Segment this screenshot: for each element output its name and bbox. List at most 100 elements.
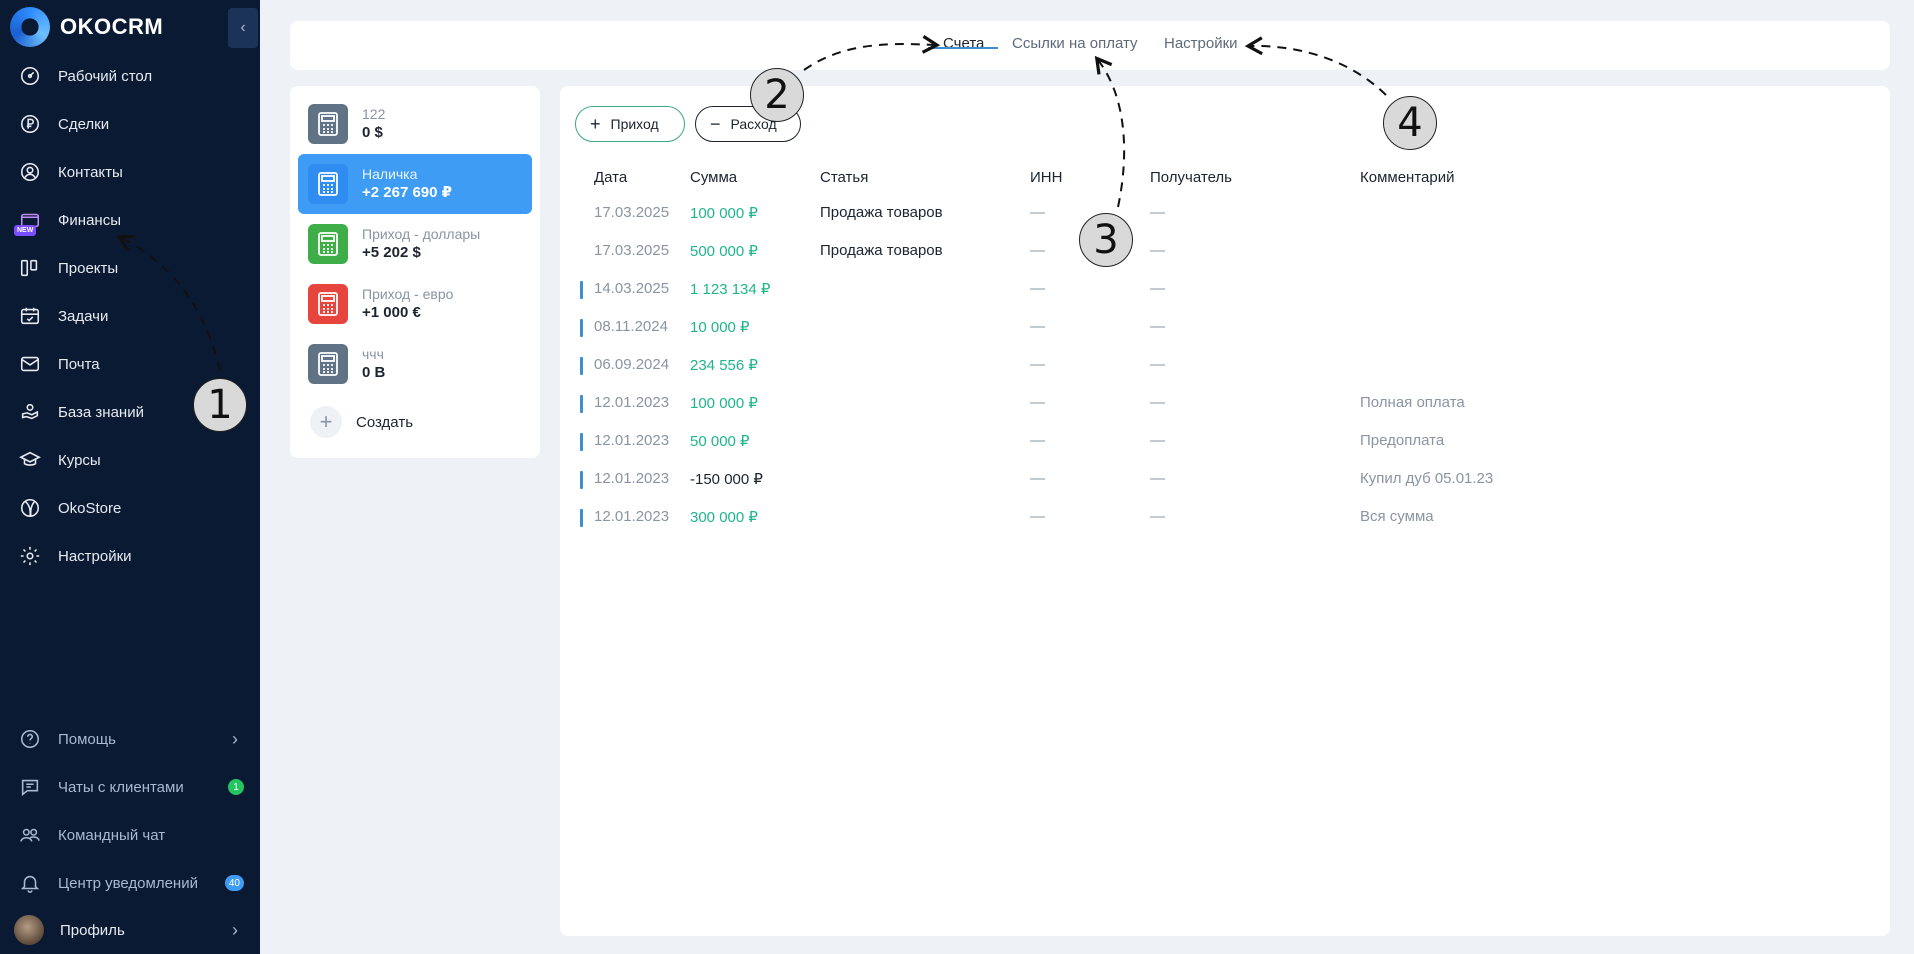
sidebar: OKOCRM ‹ Рабочий стол Сделки Контакты NE… xyxy=(0,0,260,954)
cell-inn: — xyxy=(1030,204,1045,221)
cell-recipient: — xyxy=(1150,470,1165,487)
account-item[interactable]: ччч 0 В xyxy=(298,334,532,394)
cell-comment: Полная оплата xyxy=(1360,394,1465,411)
sidebar-item-okostore[interactable]: OkoStore xyxy=(0,488,260,528)
account-item[interactable]: Приход - евро +1 000 € xyxy=(298,274,532,334)
sidebar-item-settings[interactable]: Настройки xyxy=(0,536,260,576)
account-balance: 0 $ xyxy=(362,124,383,141)
cell-recipient: — xyxy=(1150,394,1165,411)
cell-recipient: — xyxy=(1150,318,1165,335)
cell-date: 14.03.2025 xyxy=(594,280,670,297)
income-label: Приход xyxy=(610,116,659,132)
sidebar-item-client-chats[interactable]: Чаты с клиентами 1 xyxy=(0,767,260,807)
cell-comment: Купил дуб 05.01.23 xyxy=(1360,470,1494,487)
sidebar-item-label: Финансы xyxy=(58,211,121,229)
user-circle-icon xyxy=(18,160,42,184)
sidebar-item-label: Настройки xyxy=(58,547,132,565)
row-marker xyxy=(580,281,583,299)
wallet-icon: NEW xyxy=(14,208,42,236)
cell-inn: — xyxy=(1030,356,1045,373)
sidebar-item-deals[interactable]: Сделки xyxy=(0,104,260,144)
cell-date: 12.01.2023 xyxy=(594,432,670,449)
mail-icon xyxy=(18,352,42,376)
plus-icon: + xyxy=(590,114,601,134)
sidebar-item-contacts[interactable]: Контакты xyxy=(0,152,260,192)
calendar-check-icon xyxy=(18,304,42,328)
sidebar-item-notifications[interactable]: Центр уведомлений 40 xyxy=(0,863,260,903)
tab-settings[interactable]: Настройки xyxy=(1164,35,1238,52)
sidebar-item-tasks[interactable]: Задачи xyxy=(0,296,260,336)
sidebar-item-label: Рабочий стол xyxy=(58,67,153,85)
team-icon xyxy=(18,823,42,847)
cell-sum: 234 556 ₽ xyxy=(690,357,758,374)
account-balance: +1 000 € xyxy=(362,304,421,321)
gear-icon xyxy=(18,544,42,568)
account-name: ччч xyxy=(362,346,384,362)
plus-icon: + xyxy=(310,406,342,438)
cell-date: 17.03.2025 xyxy=(594,242,670,259)
globe-icon xyxy=(18,496,42,520)
calculator-icon xyxy=(308,164,348,204)
sidebar-item-team-chat[interactable]: Командный чат xyxy=(0,815,260,855)
cell-inn: — xyxy=(1030,318,1045,335)
row-marker xyxy=(580,471,583,489)
row-marker xyxy=(580,357,583,375)
hand-book-icon xyxy=(18,400,42,424)
chevron-right-icon: › xyxy=(232,919,238,940)
column-header-inn: ИНН xyxy=(1030,169,1063,186)
cell-sum: 1 123 134 ₽ xyxy=(690,281,771,298)
row-marker xyxy=(580,319,583,337)
account-item[interactable]: Приход - доллары +5 202 $ xyxy=(298,214,532,274)
cell-inn: — xyxy=(1030,280,1045,297)
cell-recipient: — xyxy=(1150,508,1165,525)
account-item[interactable]: Наличка +2 267 690 ₽ xyxy=(298,154,532,214)
graduation-cap-icon xyxy=(18,448,42,472)
cell-inn: — xyxy=(1030,432,1045,449)
accounts-panel: 122 0 $ Наличка +2 267 690 ₽ Приход - долл… xyxy=(290,86,540,458)
cell-inn: — xyxy=(1030,242,1045,259)
sidebar-item-label: Сделки xyxy=(58,115,110,133)
sidebar-item-label: Помощь xyxy=(58,730,116,748)
avatar xyxy=(14,915,44,945)
logo[interactable]: OKOCRM xyxy=(10,6,163,48)
cell-sum: 500 000 ₽ xyxy=(690,243,758,260)
cell-inn: — xyxy=(1030,508,1045,525)
create-account-button[interactable]: + Создать xyxy=(310,406,413,438)
add-income-button[interactable]: + Приход xyxy=(575,106,685,142)
chevron-right-icon: › xyxy=(232,728,238,749)
create-label: Создать xyxy=(356,413,414,431)
row-marker xyxy=(580,395,583,413)
sidebar-item-help[interactable]: Помощь › xyxy=(0,719,260,759)
account-item[interactable]: 122 0 $ xyxy=(298,94,532,154)
column-header-article: Статья xyxy=(820,169,869,186)
account-name: Приход - доллары xyxy=(362,226,481,242)
tab-accounts[interactable]: Счета xyxy=(943,35,984,52)
cell-inn: — xyxy=(1030,394,1045,411)
question-icon xyxy=(18,727,42,751)
cell-date: 12.01.2023 xyxy=(594,508,670,525)
calculator-icon xyxy=(308,224,348,264)
cell-article: Продажа товаров xyxy=(820,242,943,259)
sidebar-item-profile[interactable]: Профиль › xyxy=(0,910,260,950)
minus-icon: − xyxy=(710,114,721,134)
cell-date: 17.03.2025 xyxy=(594,204,670,221)
logo-icon xyxy=(10,7,50,47)
calculator-icon xyxy=(308,344,348,384)
sidebar-item-label: OkoStore xyxy=(58,499,122,517)
sidebar-item-desktop[interactable]: Рабочий стол xyxy=(0,56,260,96)
tab-payment-links[interactable]: Ссылки на оплату xyxy=(1012,35,1138,52)
calculator-icon xyxy=(308,284,348,324)
cell-sum: 10 000 ₽ xyxy=(690,319,750,336)
cell-date: 08.11.2024 xyxy=(594,318,668,335)
sidebar-item-courses[interactable]: Курсы xyxy=(0,440,260,480)
sidebar-item-label: Центр уведомлений xyxy=(58,874,198,892)
chevron-left-icon[interactable]: ‹ xyxy=(228,8,258,48)
sidebar-item-finance[interactable]: NEW Финансы xyxy=(0,200,260,240)
transactions-panel: + Приход − Расход Дата Сумма Статья ИНН … xyxy=(560,86,1890,936)
sidebar-item-projects[interactable]: Проекты xyxy=(0,248,260,288)
account-balance: +2 267 690 ₽ xyxy=(362,184,453,201)
account-name: Приход - евро xyxy=(362,286,454,302)
sidebar-item-label: Почта xyxy=(58,355,100,373)
column-header-recipient: Получатель xyxy=(1150,169,1232,186)
cell-sum: 100 000 ₽ xyxy=(690,395,758,412)
